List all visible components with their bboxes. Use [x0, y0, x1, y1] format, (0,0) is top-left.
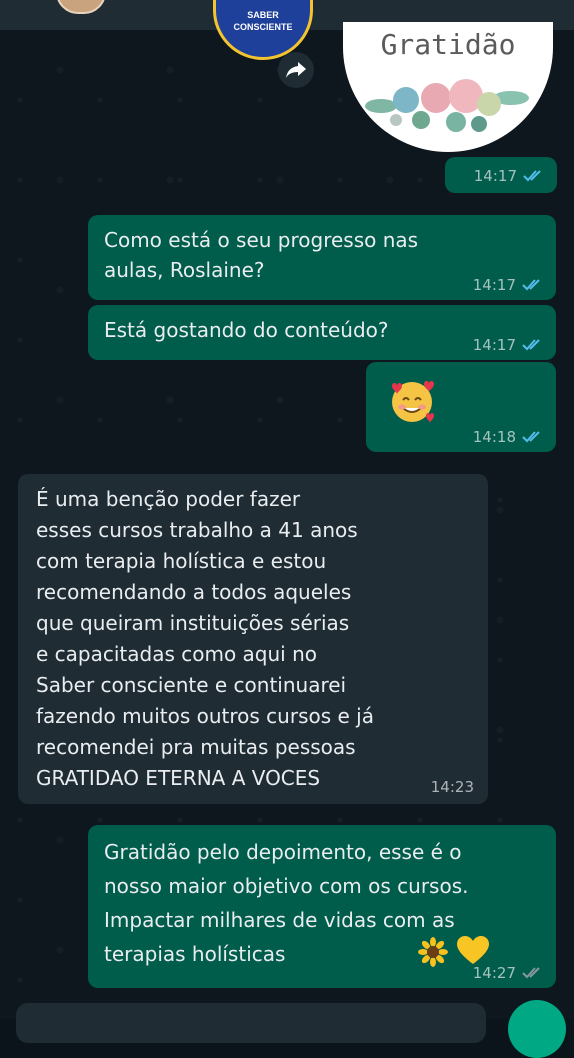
forward-arrow-icon — [286, 62, 306, 78]
message-time: 14:27 — [472, 964, 516, 982]
message-text: É uma benção poder fazer esses cursos tr… — [36, 487, 374, 790]
smiling-face-with-hearts-icon — [392, 381, 434, 423]
image-caption-text: Gratidão — [380, 28, 516, 61]
next-message-bubble[interactable] — [16, 1003, 486, 1043]
message-time: 14:17 — [472, 276, 516, 294]
logo-line-1: SABER — [247, 10, 279, 20]
read-receipt-icon — [522, 339, 540, 351]
read-receipt-icon — [523, 170, 541, 182]
message-bubble-outgoing-emoji[interactable]: 14:18 — [366, 362, 556, 452]
image-message[interactable]: Gratidão — [343, 22, 553, 152]
message-bubble-outgoing[interactable]: Como está o seu progresso nas aulas, Ros… — [88, 215, 556, 300]
logo-line-2: CONSCIENTE — [233, 22, 293, 32]
message-bubble-outgoing[interactable]: Está gostando do conteúdo? 14:17 — [88, 305, 556, 360]
sunflower-icon — [418, 937, 448, 967]
message-time: 14:17 — [473, 167, 517, 185]
flower-garland-image — [365, 79, 529, 132]
action-button[interactable] — [508, 1000, 566, 1058]
delivered-receipt-icon — [522, 967, 540, 979]
read-receipt-icon — [522, 431, 540, 443]
message-bubble-incoming[interactable]: É uma benção poder fazer esses cursos tr… — [18, 474, 488, 804]
yellow-heart-icon — [457, 936, 489, 964]
message-time: 14:23 — [430, 778, 474, 796]
message-bubble-outgoing[interactable]: Gratidão pelo depoimento, esse é o nosso… — [88, 825, 556, 988]
read-receipt-icon — [522, 279, 540, 291]
message-time: 14:18 — [472, 428, 516, 446]
image-message-meta: 14:17 — [445, 157, 557, 193]
message-time: 14:17 — [472, 336, 516, 354]
forward-button[interactable] — [278, 52, 314, 88]
